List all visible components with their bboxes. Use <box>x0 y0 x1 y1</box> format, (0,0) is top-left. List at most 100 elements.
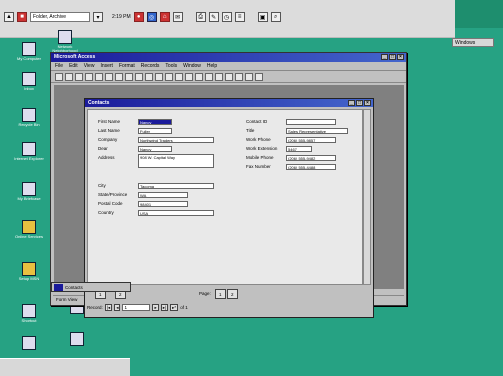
view-icon[interactable] <box>55 72 63 81</box>
menu-window[interactable]: Window <box>183 62 201 70</box>
taskbar-button[interactable]: Windows <box>452 38 494 47</box>
field-postal: Postal Code 98401 <box>98 200 188 207</box>
save-icon[interactable] <box>65 72 73 81</box>
format-painter-icon[interactable] <box>135 72 143 81</box>
menu-format[interactable]: Format <box>119 62 135 70</box>
new-record-icon[interactable] <box>215 72 223 81</box>
stop-icon[interactable]: ● <box>133 12 144 22</box>
new-object-icon[interactable] <box>245 72 253 81</box>
globe-icon[interactable]: ◎ <box>146 12 157 22</box>
database-icon[interactable] <box>235 72 243 81</box>
menu-insert[interactable]: Insert <box>100 62 113 70</box>
paste-icon[interactable] <box>125 72 133 81</box>
last-name-input[interactable]: Fuller <box>138 127 172 134</box>
desktop-icon-network[interactable]: Network Neighborhood <box>48 30 82 53</box>
desktop-icon-recycle[interactable]: Recycle Bin <box>12 108 46 127</box>
shortcut-icon <box>22 304 36 318</box>
desktop-icon-online[interactable]: Online Services <box>12 220 46 239</box>
briefcase-icon <box>22 182 36 196</box>
print-icon[interactable] <box>75 72 83 81</box>
desktop-icon-ie[interactable]: Internet Explorer <box>12 142 46 161</box>
undo-icon[interactable] <box>145 72 153 81</box>
preview-icon[interactable] <box>85 72 93 81</box>
field-mobile: Mobile Phone (206) 555-9482 <box>246 154 336 161</box>
hyperlink-icon[interactable] <box>155 72 163 81</box>
delete-record-icon[interactable] <box>225 72 233 81</box>
edit-icon[interactable]: ✎ <box>208 12 219 22</box>
desktop-icon-bottom-1[interactable] <box>12 336 46 351</box>
mail-icon[interactable]: ✉ <box>172 12 183 22</box>
find-icon[interactable] <box>205 72 213 81</box>
apply-filter-icon[interactable] <box>195 72 203 81</box>
form-close-button[interactable]: × <box>364 100 371 106</box>
print-icon[interactable]: ⎙ <box>195 12 206 22</box>
filter-icon[interactable] <box>185 72 193 81</box>
first-name-input[interactable]: Nancy <box>138 118 172 125</box>
record-number-input[interactable]: 1 <box>122 304 151 311</box>
new-record-button[interactable]: ▸* <box>170 304 179 311</box>
maximize-button[interactable]: □ <box>389 54 396 60</box>
field-company: Company Northwind Traders <box>98 136 214 143</box>
page-1-tab[interactable]: 1 <box>215 289 226 299</box>
country-input[interactable]: USA <box>138 209 214 216</box>
minimized-window[interactable]: Contacts <box>51 282 131 292</box>
title-input[interactable]: Sales Representative <box>286 127 348 134</box>
form-scrollbar[interactable] <box>363 109 371 285</box>
fax-input[interactable]: (206) 555-4488 <box>286 163 336 170</box>
last-record-button[interactable]: ▸| <box>160 304 169 311</box>
form-body: First Name Nancy Last Name Fuller Company N… <box>87 109 363 285</box>
close-button[interactable]: × <box>397 54 404 60</box>
prev-record-button[interactable]: ◂ <box>114 304 121 311</box>
fullscreen-icon[interactable]: ▣ <box>257 12 268 22</box>
form-maximize-button[interactable]: □ <box>356 100 363 106</box>
menu-view[interactable]: View <box>84 62 95 70</box>
recycle-bin-icon <box>22 108 36 122</box>
minimize-button[interactable]: _ <box>381 54 388 60</box>
menu-help[interactable]: Help <box>207 62 217 70</box>
history-icon[interactable]: ◷ <box>221 12 232 22</box>
mobile-phone-input[interactable]: (206) 555-9482 <box>286 154 336 161</box>
sort-asc-icon[interactable] <box>165 72 173 81</box>
dear-input[interactable]: Nancy <box>138 145 172 152</box>
field-dear: Dear Nancy <box>98 145 172 152</box>
menu-records[interactable]: Records <box>141 62 160 70</box>
address-input[interactable]: 908 W. Capital Way <box>138 154 214 168</box>
spell-icon[interactable] <box>95 72 103 81</box>
search-icon[interactable]: ⌕ <box>270 12 281 22</box>
sort-desc-icon[interactable] <box>175 72 183 81</box>
field-contact-id: Contact ID <box>246 118 336 125</box>
state-input[interactable]: WA <box>138 191 188 198</box>
desktop-icon-briefcase[interactable]: My Briefcase <box>12 182 46 201</box>
desktop-icon-shortcut[interactable]: Shortcut <box>12 304 46 323</box>
menu-tools[interactable]: Tools <box>165 62 177 70</box>
desktop-icon-bottom-2[interactable] <box>60 332 94 347</box>
form-minimize-button[interactable]: _ <box>348 100 355 106</box>
company-input[interactable]: Northwind Traders <box>138 136 214 143</box>
contact-id-input[interactable] <box>286 118 336 125</box>
home-icon[interactable]: ⌂ <box>159 12 170 22</box>
menu-edit[interactable]: Edit <box>69 62 78 70</box>
desktop-icon-computer[interactable]: My Computer <box>12 42 46 61</box>
work-phone-input[interactable]: (206) 555-9857 <box>286 136 336 143</box>
channels-icon[interactable]: ≡ <box>234 12 245 22</box>
next-record-button[interactable]: ▸ <box>152 304 159 311</box>
help-icon[interactable] <box>255 72 263 81</box>
page-2-tab[interactable]: 2 <box>227 289 238 299</box>
first-record-button[interactable]: |◂ <box>104 304 113 311</box>
postal-code-input[interactable]: 98401 <box>138 200 188 207</box>
desktop-icon-msn[interactable]: Setup MSN <box>12 262 46 281</box>
arrow-icon[interactable]: ▲ <box>4 12 14 22</box>
folder-icon[interactable]: ■ <box>17 12 27 22</box>
field-state: State/Province WA <box>98 191 188 198</box>
work-extension-input[interactable]: 5467 <box>286 145 312 152</box>
city-input[interactable]: Tacoma <box>138 182 214 189</box>
dropdown-icon[interactable]: ▾ <box>93 12 103 22</box>
menu-bar: File Edit View Insert Format Records Too… <box>51 62 406 71</box>
cut-icon[interactable] <box>105 72 113 81</box>
copy-icon[interactable] <box>115 72 123 81</box>
desktop-icon-inbox[interactable]: Inbox <box>12 72 46 91</box>
form-title: Contacts _ □ × <box>85 99 373 107</box>
address-field[interactable]: Folder, Archive <box>30 12 90 22</box>
menu-file[interactable]: File <box>55 62 63 70</box>
field-fax: Fax Number (206) 555-4488 <box>246 163 336 170</box>
